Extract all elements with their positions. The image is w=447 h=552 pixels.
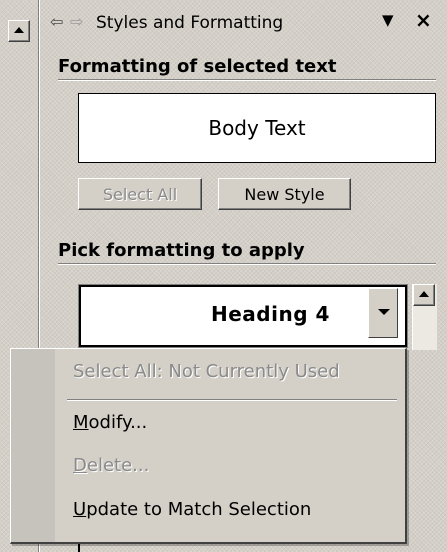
- menu-item-label: odify...: [88, 412, 148, 433]
- menu-item-label: pdate to Match Selection: [86, 499, 312, 520]
- task-pane-header: ⇦ ⇨ Styles and Formatting ▼ ×: [48, 8, 443, 36]
- select-all-button[interactable]: Select All: [78, 178, 202, 210]
- style-dropdown-button[interactable]: [368, 288, 398, 338]
- chevron-down-icon: [378, 309, 390, 315]
- back-arrow-icon[interactable]: ⇦: [50, 12, 63, 31]
- menu-item-accelerator: M: [73, 412, 89, 433]
- style-list-item-label: Heading 4: [211, 302, 330, 326]
- scroll-up-arrow-icon: [14, 27, 24, 33]
- menu-item-accelerator: D: [73, 455, 87, 476]
- close-icon[interactable]: ×: [415, 8, 432, 32]
- task-pane-title: Styles and Formatting: [96, 13, 284, 33]
- menu-item-update-to-match-selection[interactable]: Update to Match Selection: [73, 499, 311, 520]
- style-list-border-fragment: [78, 544, 80, 552]
- pane-menu-icon[interactable]: ▼: [382, 11, 394, 29]
- menu-separator: [67, 399, 397, 401]
- scroll-up-arrow-icon: [419, 291, 429, 297]
- current-style-box: Body Text: [78, 93, 436, 163]
- style-context-menu: Select All: Not Currently Used Modify...…: [10, 348, 407, 544]
- new-style-button[interactable]: New Style: [218, 178, 351, 210]
- menu-item-accelerator: U: [73, 499, 87, 520]
- menu-item-label: Select All: Not Currently Used: [73, 361, 340, 382]
- style-list-item-selected[interactable]: Heading 4: [78, 284, 408, 348]
- section-heading-pick-formatting: Pick formatting to apply: [58, 240, 436, 265]
- menu-item-delete[interactable]: Delete...: [73, 455, 149, 476]
- menu-icon-strip: [11, 349, 55, 542]
- style-list-scroll-up-button[interactable]: [413, 284, 435, 306]
- menu-item-modify[interactable]: Modify...: [73, 412, 147, 433]
- menu-item-select-all-not-used[interactable]: Select All: Not Currently Used: [73, 361, 340, 382]
- section-heading-formatting-selected: Formatting of selected text: [58, 56, 436, 81]
- current-style-value: Body Text: [208, 116, 306, 140]
- scroll-up-button[interactable]: [8, 20, 30, 42]
- forward-arrow-icon[interactable]: ⇨: [70, 12, 83, 31]
- menu-item-label: elete...: [86, 455, 150, 476]
